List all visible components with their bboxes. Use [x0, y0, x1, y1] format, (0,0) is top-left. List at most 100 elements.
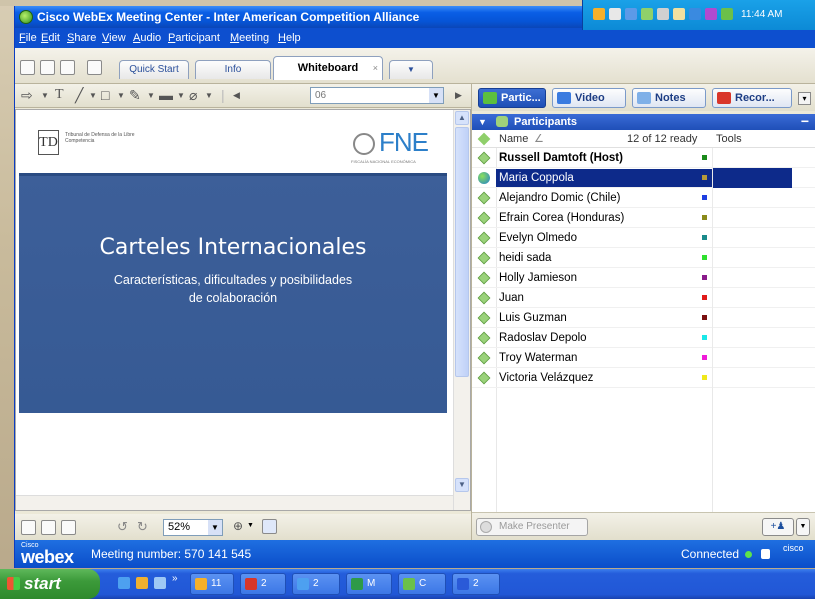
pointer-dropdown-icon[interactable]: ▼ [41, 91, 49, 100]
tray-messenger-icon[interactable] [705, 8, 717, 20]
horizontal-scrollbar[interactable] [16, 495, 453, 510]
whiteboard-viewer[interactable]: TD Tribunal de Defensa de la Libre Compe… [15, 109, 471, 511]
zoom-in-icon[interactable]: ⊕ [233, 519, 243, 533]
menu-share[interactable]: Share [67, 28, 96, 48]
participant-row[interactable]: heidi sada [472, 248, 815, 268]
tray-security-icon[interactable] [641, 8, 653, 20]
tab-list-dropdown[interactable]: ▼ [389, 60, 433, 79]
rotate-left-icon[interactable]: ↺ [117, 519, 128, 535]
menu-participant[interactable]: Participant [168, 28, 220, 48]
new-document-icon[interactable] [20, 60, 35, 75]
participant-row[interactable]: Victoria Velázquez [472, 368, 815, 388]
participant-row[interactable]: Efrain Corea (Honduras) [472, 208, 815, 228]
menu-edit[interactable]: Edit [41, 28, 60, 48]
layout-split-icon[interactable] [41, 520, 56, 535]
tray-network-icon[interactable] [625, 8, 637, 20]
participant-row[interactable]: Juan [472, 288, 815, 308]
color-dropdown-icon[interactable]: ▼ [177, 91, 185, 100]
participant-row[interactable]: Russell Damtoft (Host) [472, 148, 815, 168]
pointer-icon[interactable]: ⇨ [21, 87, 33, 104]
scroll-up-icon[interactable]: ▲ [455, 111, 469, 125]
tab-close-icon[interactable]: × [373, 57, 378, 79]
whiteboard-icon[interactable] [60, 60, 75, 75]
taskbar-button[interactable]: 11 [190, 573, 234, 595]
share-screen-icon[interactable] [40, 60, 55, 75]
menu-view[interactable]: View [102, 28, 126, 48]
fit-to-viewer-icon[interactable] [262, 519, 277, 534]
quicklaunch-overflow-icon[interactable]: » [172, 573, 178, 584]
taskbar-button[interactable]: 2 [452, 573, 500, 595]
scroll-down-icon[interactable]: ▼ [455, 478, 469, 492]
menu-file[interactable]: File [19, 28, 37, 48]
participant-row[interactable]: Alejandro Domic (Chile) [472, 188, 815, 208]
start-button[interactable]: start [0, 569, 100, 599]
annotate-icon[interactable] [87, 60, 102, 75]
tray-update-icon[interactable] [689, 8, 701, 20]
line-dropdown-icon[interactable]: ▼ [89, 91, 97, 100]
participant-row[interactable]: Radoslav Depolo [472, 328, 815, 348]
tray-printer-icon[interactable] [657, 8, 669, 20]
menu-help[interactable]: Help [278, 28, 301, 48]
eraser-tool-icon[interactable]: ⌀ [189, 87, 197, 104]
tray-volume-icon[interactable] [673, 8, 685, 20]
zoom-tools-dropdown-icon[interactable]: ▼ [247, 522, 254, 529]
participant-row[interactable]: Maria Coppola [472, 168, 815, 188]
vertical-scrollbar[interactable]: ▲ ▼ [453, 110, 470, 510]
previous-page-icon[interactable]: ◀ [233, 90, 240, 101]
participant-name: Holly Jamieson [499, 272, 577, 284]
rotate-right-icon[interactable]: ↻ [137, 519, 148, 535]
text-tool-icon[interactable]: T [55, 87, 64, 103]
participant-tools-cell [712, 148, 792, 168]
taskbar-button[interactable]: 2 [240, 573, 286, 595]
tray-lock-icon[interactable] [609, 8, 621, 20]
color-tool-icon[interactable]: ▬ [159, 87, 173, 103]
pen-tool-icon[interactable]: ✎ [129, 87, 141, 104]
tab-recorder[interactable]: Recor... [712, 88, 792, 108]
taskbar-button[interactable]: 2 [292, 573, 340, 595]
tab-video[interactable]: Video [552, 88, 626, 108]
menu-meeting[interactable]: Meeting [230, 28, 269, 48]
tab-whiteboard[interactable]: Whiteboard × [273, 56, 383, 80]
participant-row[interactable]: Luis Guzman [472, 308, 815, 328]
tab-participants[interactable]: Partic... [478, 88, 546, 108]
participants-panel-header[interactable]: ▼ Participants − [472, 114, 815, 130]
attendee-status-icon [477, 351, 491, 365]
line-tool-icon[interactable]: ╱ [75, 87, 83, 104]
tab-quick-start[interactable]: Quick Start [119, 60, 189, 79]
collapse-panel-icon[interactable]: ▼ [478, 114, 487, 130]
pen-dropdown-icon[interactable]: ▼ [147, 91, 155, 100]
scroll-thumb[interactable] [455, 127, 469, 377]
participant-tools-cell [712, 328, 792, 348]
zoom-selector[interactable]: 52% ▼ [163, 519, 223, 536]
quicklaunch-ie-icon[interactable] [118, 577, 130, 589]
tab-notes[interactable]: Notes [632, 88, 706, 108]
annotation-color-indicator [702, 275, 707, 280]
rectangle-tool-icon[interactable]: □ [101, 87, 109, 103]
layout-panel-icon[interactable] [61, 520, 76, 535]
rectangle-dropdown-icon[interactable]: ▼ [117, 91, 125, 100]
next-page-icon[interactable]: ▶ [455, 90, 462, 101]
participant-row[interactable]: Evelyn Olmedo [472, 228, 815, 248]
zoom-dropdown-icon[interactable]: ▼ [208, 520, 222, 535]
menu-audio[interactable]: Audio [133, 28, 161, 48]
close-panel-icon[interactable]: − [801, 114, 809, 128]
attendee-status-icon [477, 211, 491, 225]
taskbar-button[interactable]: M [346, 573, 392, 595]
taskbar-button[interactable]: C [398, 573, 446, 595]
meeting-status-bar: Cisco webex Meeting number: 570 141 545 … [15, 540, 815, 568]
quicklaunch-search-icon[interactable] [154, 577, 166, 589]
tab-info[interactable]: Info [195, 60, 271, 79]
name-column-header[interactable]: Name [499, 130, 528, 148]
menu-bar: File Edit Share View Audio Participant M… [15, 28, 815, 48]
page-dropdown-icon[interactable]: ▼ [429, 88, 443, 103]
quicklaunch-folder-icon[interactable] [136, 577, 148, 589]
participant-tools-cell [712, 288, 792, 308]
participant-row[interactable]: Holly Jamieson [472, 268, 815, 288]
tray-webex-meeting-icon[interactable] [721, 8, 733, 20]
eraser-dropdown-icon[interactable]: ▼ [205, 91, 213, 100]
tray-webex-icon[interactable] [593, 8, 605, 20]
make-presenter-button[interactable]: Make Presenter [476, 518, 588, 536]
panel-options-icon[interactable]: ▾ [798, 92, 811, 105]
participant-row[interactable]: Troy Waterman [472, 348, 815, 368]
page-selector[interactable]: 06 ▼ [310, 87, 444, 104]
